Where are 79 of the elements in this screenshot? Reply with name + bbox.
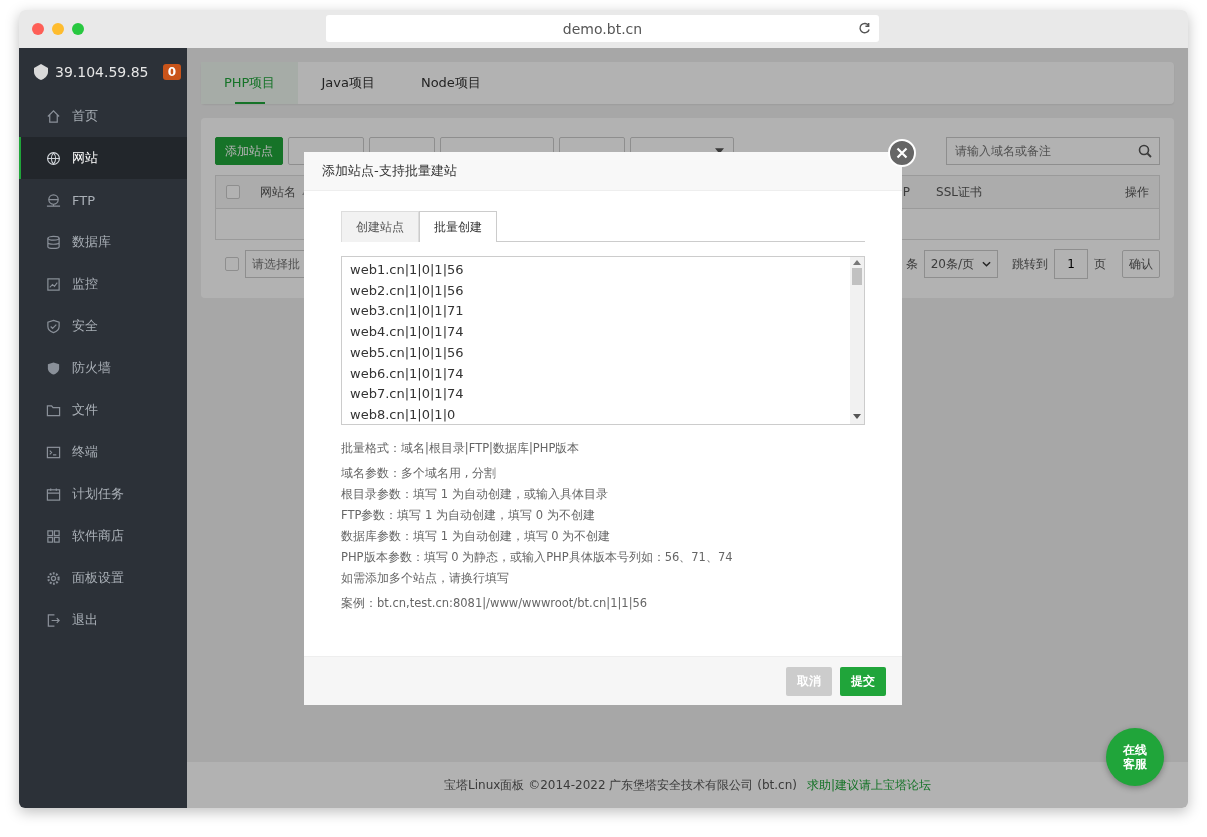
sidebar-item[interactable]: 数据库 <box>19 221 187 263</box>
folder-icon <box>46 402 61 418</box>
textarea-line: web2.cn|1|0|1|56 <box>350 281 465 300</box>
chart-icon <box>46 276 61 292</box>
count-label: 条 <box>905 255 918 273</box>
column-header: P <box>902 185 911 199</box>
globe-icon <box>46 150 61 166</box>
page-field[interactable]: 1 <box>1054 249 1088 279</box>
sidebar-item[interactable]: 终端 <box>19 431 187 473</box>
shield-icon <box>46 318 61 334</box>
maximize-window-button[interactable] <box>72 23 84 35</box>
reload-icon[interactable] <box>858 22 871 35</box>
help-text: PHP版本参数：填写 0 为静态，或输入PHP具体版本号列如：56、71、74 <box>341 550 734 565</box>
sidebar-item[interactable]: 首页 <box>19 95 187 137</box>
chevron-icon[interactable] <box>982 261 991 267</box>
scrollbar[interactable] <box>850 257 864 424</box>
dialog-button[interactable]: 提交 <box>840 666 886 696</box>
sidebar-item[interactable]: 计划任务 <box>19 473 187 515</box>
format-text: 批量格式：域名|根目录|FTP|数据库|PHP版本 <box>341 441 581 456</box>
textarea-line: web4.cn|1|0|1|74 <box>350 323 465 342</box>
help-text: 域名参数：多个域名用 , 分割 <box>341 466 497 481</box>
select-all-checkbox[interactable] <box>226 185 240 199</box>
page-size-select[interactable]: 20条/页 <box>923 250 998 278</box>
close-window-button[interactable] <box>32 23 44 35</box>
dialog-tab[interactable]: 创建站点 <box>341 211 419 242</box>
textarea-line: web3.cn|1|0|1|71 <box>350 302 465 321</box>
dialog-tab[interactable]: 批量创建 <box>419 211 497 242</box>
search-field[interactable]: 请输入域名或备注 <box>946 137 1160 165</box>
caret-icon[interactable] <box>715 148 724 154</box>
scroll-down-icon[interactable] <box>853 414 861 420</box>
close-icon[interactable] <box>896 147 908 159</box>
sidebar-item[interactable]: FTP <box>19 179 187 221</box>
scroll-up-icon[interactable] <box>853 260 861 266</box>
sidebar-item[interactable]: 退出 <box>19 599 187 641</box>
textarea-line: web6.cn|1|0|1|74 <box>350 364 465 383</box>
help-text: 根目录参数：填写 1 为自动创建，或输入具体目录 <box>341 487 609 502</box>
textarea-line: web8.cn|1|0|1|0 <box>350 405 457 424</box>
textarea-line: web7.cn|1|0|1|74 <box>350 385 465 404</box>
confirm-button[interactable]: 确认 <box>1122 250 1160 278</box>
textarea-line: web5.cn|1|0|1|56 <box>350 343 465 362</box>
chat-button[interactable]: 在线客服 <box>1106 728 1164 786</box>
column-header: 操作 <box>1125 183 1149 201</box>
help-text: FTP参数：填写 1 为自动创建，填写 0 为不创建 <box>341 508 596 523</box>
sidebar-item[interactable]: 网站 <box>19 137 187 179</box>
checkbox[interactable] <box>225 257 239 271</box>
notification-badge[interactable]: 0 <box>162 63 181 80</box>
sidebar-item[interactable]: 文件 <box>19 389 187 431</box>
sidebar-item[interactable]: 安全 <box>19 305 187 347</box>
logout-icon <box>46 612 61 628</box>
sidebar-item[interactable]: 监控 <box>19 263 187 305</box>
sidebar-item[interactable]: 软件商店 <box>19 515 187 557</box>
sidebar-item[interactable]: 面板设置 <box>19 557 187 599</box>
grid-icon <box>46 528 61 544</box>
home-icon <box>46 108 61 124</box>
sidebar-item[interactable]: 防火墙 <box>19 347 187 389</box>
dialog-title: 添加站点-支持批量建站 <box>322 162 457 180</box>
server-icon <box>33 62 49 81</box>
page-unit-label: 页 <box>1094 255 1106 273</box>
column-header: SSL证书 <box>936 183 982 201</box>
example-text: 案例：bt.cn,test.cn:8081|/www/wwwroot/bt.cn|1|1|56 <box>341 596 649 611</box>
scrollbar-thumb[interactable] <box>852 268 862 285</box>
settings-icon <box>46 570 61 586</box>
database-icon <box>46 234 61 250</box>
help-text: 数据库参数：填写 1 为自动创建，填写 0 为不创建 <box>341 529 612 544</box>
network-icon <box>46 192 61 208</box>
server-address: 39.104.59.85 <box>55 63 150 80</box>
jump-label: 跳转到 <box>1012 255 1048 273</box>
project-tab[interactable]: Node项目 <box>397 62 504 104</box>
column-header[interactable]: 网站名 <box>260 183 296 201</box>
batch-textarea[interactable]: web1.cn|1|0|1|56 web2.cn|1|0|1|56 web3.cn|1|0|1|71 web4.cn|1|0|1|74 web5.cn|1|0|1|56 web6.cn|1|0|1|74 web7.cn|1|0|1|74 web8.cn|1|0|1|0 <box>341 256 865 425</box>
copyright-text: 宝塔Linux面板 ©2014-2022 广东堡塔安全技术有限公司 (bt.cn) <box>444 776 797 794</box>
search-icon[interactable] <box>1138 144 1152 158</box>
terminal-icon <box>46 444 61 460</box>
address-bar[interactable]: demo.bt.cn <box>326 15 879 42</box>
calendar-icon <box>46 486 61 502</box>
project-tab[interactable]: Java项目 <box>298 62 398 104</box>
textarea-line: web1.cn|1|0|1|56 <box>350 261 465 279</box>
shield-icon <box>46 360 61 376</box>
help-text: 如需添加多个站点，请换行填写 <box>341 571 510 586</box>
